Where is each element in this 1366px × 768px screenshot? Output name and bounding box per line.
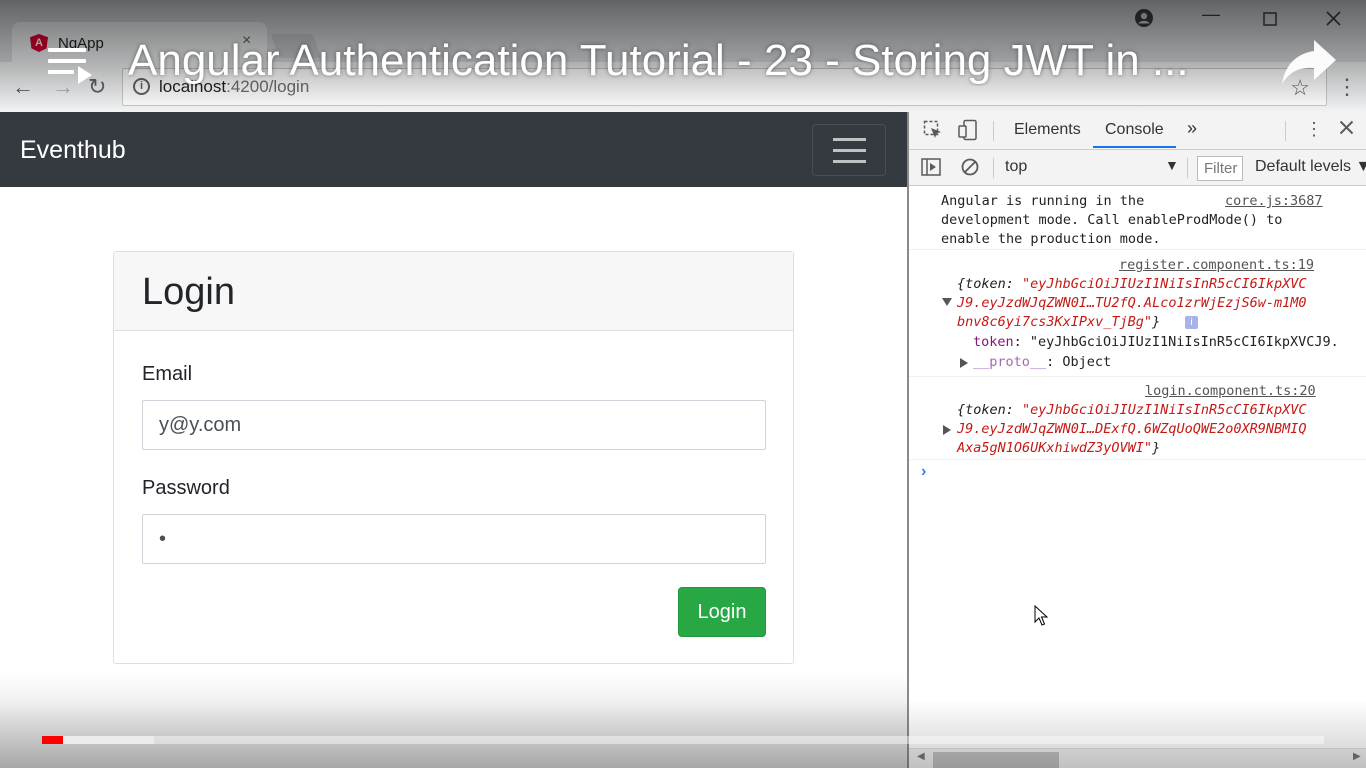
message-source-link[interactable]: core.js:3687 bbox=[1225, 193, 1323, 209]
toolbar-divider bbox=[1187, 158, 1188, 178]
brand-link[interactable]: Eventhub bbox=[20, 136, 126, 165]
playlist-icon[interactable] bbox=[48, 42, 92, 86]
password-field[interactable]: • bbox=[142, 514, 766, 564]
navbar-toggler-button[interactable] bbox=[812, 124, 886, 176]
console-filter-bar: top ▼ Filter Default levels ▼ bbox=[909, 150, 1366, 186]
token-string: "eyJhbGciOiJIUzI1NiIsInR5cCI6IkpXVC bbox=[1022, 276, 1307, 292]
console-prompt-icon[interactable]: › bbox=[921, 463, 926, 481]
device-toolbar-icon[interactable] bbox=[957, 119, 979, 146]
console-message: login.component.ts:20 {token: "eyJhbGciO… bbox=[909, 377, 1366, 460]
clear-console-icon[interactable] bbox=[961, 158, 979, 181]
scroll-left-icon[interactable]: ◀ bbox=[917, 751, 925, 762]
scroll-right-icon[interactable]: ▶ bbox=[1353, 751, 1361, 762]
mouse-cursor-icon bbox=[1034, 604, 1049, 627]
object-preview-line: bnv8c6yi7cs3KxIPxv_TjBg"} bbox=[957, 314, 1161, 330]
object-preview-line[interactable]: {token: "eyJhbGciOiJIUzI1NiIsInR5cCI6Ikp… bbox=[957, 276, 1307, 292]
email-field[interactable]: y@y.com bbox=[142, 400, 766, 450]
devtools-panel: Elements Console » ⋮ top ▼ Filter Defaul… bbox=[907, 112, 1366, 768]
profile-icon[interactable] bbox=[1134, 8, 1154, 33]
object-preview-line: Axa5gN1O6UKxhiwdZ3yOVWI"} bbox=[957, 440, 1161, 456]
property-value: "eyJhbGciOiJIUzI1NiIsInR5cCI6IkpXVCJ9. bbox=[1029, 334, 1339, 350]
console-filter-input[interactable]: Filter bbox=[1197, 156, 1243, 181]
close-devtools-icon[interactable] bbox=[1339, 119, 1354, 140]
password-label: Password bbox=[142, 477, 230, 499]
object-preview-line: J9.eyJzdWJqZWN0I…DExfQ.6WZqUoQWE2o0XR9NB… bbox=[957, 421, 1307, 437]
angular-favicon-icon: A bbox=[30, 34, 48, 52]
horizontal-scrollbar[interactable]: ◀ ▶ bbox=[909, 748, 1366, 768]
login-button[interactable]: Login bbox=[678, 587, 766, 637]
expanded-property: token: "eyJhbGciOiJIUzI1NiIsInR5cCI6IkpX… bbox=[973, 334, 1339, 350]
card-header: Login bbox=[114, 252, 793, 331]
video-bottom-shade bbox=[0, 672, 907, 768]
info-badge-icon[interactable]: i bbox=[1185, 316, 1198, 329]
console-message: register.component.ts:19 {token: "eyJhbG… bbox=[909, 250, 1366, 377]
message-line: Angular is running in the bbox=[941, 193, 1145, 209]
message-source-link[interactable]: register.component.ts:19 bbox=[1119, 257, 1314, 273]
proto-key: __proto__ bbox=[973, 354, 1047, 370]
card-title: Login bbox=[142, 271, 235, 313]
video-title[interactable]: Angular Authentication Tutorial - 23 - S… bbox=[128, 36, 1258, 86]
share-icon[interactable] bbox=[1280, 38, 1340, 88]
more-tabs-icon[interactable]: » bbox=[1187, 118, 1197, 139]
back-arrow-icon[interactable]: ← bbox=[12, 74, 34, 100]
app-navbar: Eventhub bbox=[0, 112, 907, 187]
toolbar-divider bbox=[993, 158, 994, 178]
log-levels-dropdown[interactable]: Default levels ▼ bbox=[1255, 158, 1366, 176]
app-viewport: Eventhub Login Email y@y.com Password • … bbox=[0, 112, 907, 768]
message-line: enable the production mode. bbox=[941, 231, 1161, 247]
scrollbar-thumb[interactable] bbox=[933, 752, 1059, 768]
devtools-menu-icon[interactable]: ⋮ bbox=[1305, 119, 1323, 140]
active-tab-indicator bbox=[1093, 146, 1176, 148]
property-key: token bbox=[973, 334, 1014, 350]
expand-arrow-icon[interactable] bbox=[943, 425, 951, 435]
tab-console[interactable]: Console bbox=[1105, 121, 1164, 139]
video-progress-bar[interactable] bbox=[42, 736, 1324, 744]
tab-elements[interactable]: Elements bbox=[1014, 121, 1081, 139]
context-dropdown-icon[interactable]: ▼ bbox=[1165, 157, 1179, 173]
login-card: Login Email y@y.com Password • Login bbox=[113, 251, 794, 664]
collapse-arrow-icon[interactable] bbox=[942, 298, 952, 306]
message-line: development mode. Call enableProdMode() … bbox=[941, 212, 1283, 228]
video-played-bar bbox=[42, 736, 63, 744]
console-message: core.js:3687 Angular is running in the d… bbox=[909, 187, 1366, 250]
email-label: Email bbox=[142, 363, 193, 385]
proto-value: : Object bbox=[1046, 354, 1112, 370]
expand-arrow-icon[interactable] bbox=[960, 358, 968, 368]
maximize-icon[interactable] bbox=[1263, 10, 1277, 31]
object-preview-line: J9.eyJzdWJqZWN0I…TU2fQ.ALco1zrWjEzjS6w-m… bbox=[957, 295, 1307, 311]
toolbar-divider bbox=[993, 121, 994, 141]
proto-property[interactable]: __proto__: Object bbox=[973, 354, 1111, 370]
context-selector[interactable]: top bbox=[1005, 158, 1027, 176]
inspect-element-icon[interactable] bbox=[923, 120, 943, 145]
devtools-tabbar: Elements Console » ⋮ bbox=[909, 112, 1366, 150]
close-window-icon[interactable] bbox=[1326, 10, 1341, 31]
log-levels-label: Default levels bbox=[1255, 158, 1352, 175]
message-source-link[interactable]: login.component.ts:20 bbox=[1145, 383, 1316, 399]
sidebar-toggle-icon[interactable] bbox=[921, 158, 941, 181]
toolbar-divider bbox=[1285, 121, 1286, 141]
minimize-icon[interactable]: — bbox=[1202, 4, 1220, 25]
object-preview-line[interactable]: {token: "eyJhbGciOiJIUzI1NiIsInR5cCI6Ikp… bbox=[957, 402, 1307, 418]
